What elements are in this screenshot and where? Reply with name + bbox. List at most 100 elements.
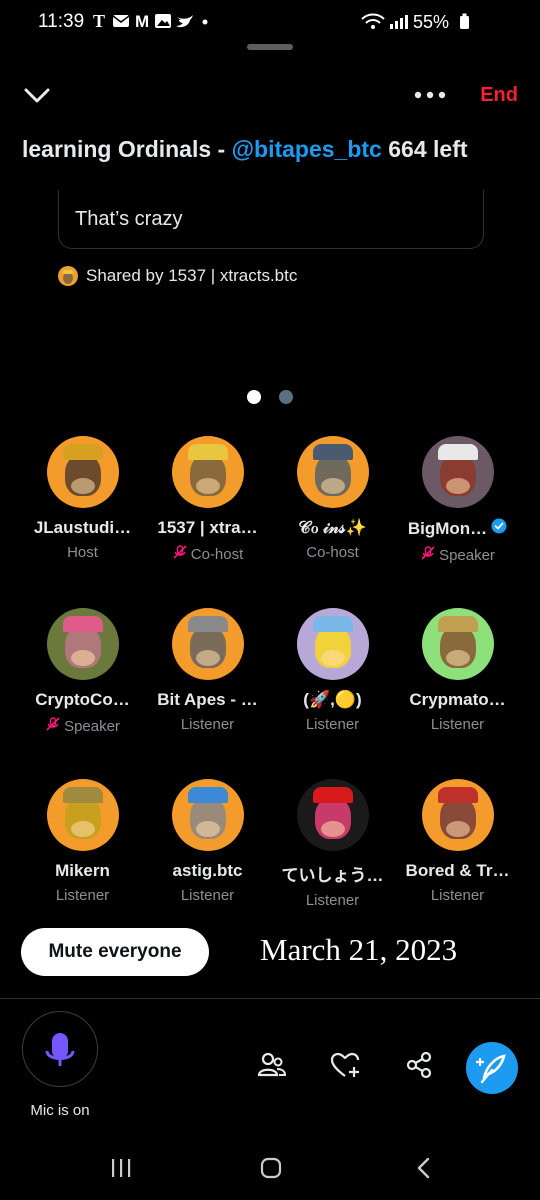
mic-muted-icon [420, 545, 436, 565]
participant-name: BigMon… [395, 518, 520, 539]
avatar [296, 779, 369, 851]
heart-plus-icon[interactable] [328, 1048, 362, 1082]
participant-name: CryptoCo… [20, 690, 145, 710]
participant-role-text: Host [67, 544, 98, 561]
participant-name: Crypmato… [395, 690, 520, 710]
participant-name-text: (🚀,🟡) [303, 690, 362, 709]
participant-role-text: Listener [305, 892, 360, 909]
title-suffix: 664 left [381, 136, 468, 162]
avatar [171, 608, 244, 680]
participant-name-text: ていしょう… [281, 866, 384, 885]
participant-role: Speaker [20, 716, 145, 736]
participant[interactable]: Bit Apes - … Listener [145, 608, 270, 733]
participant-role: Listener [395, 887, 520, 904]
participant-role-text: Listener [180, 887, 235, 904]
status-right-svg: 55% [361, 12, 469, 32]
participant-name-text: astig.btc [172, 861, 243, 880]
participant-role: Co-host [270, 544, 395, 561]
back-icon[interactable] [414, 1156, 434, 1180]
pinned-tweet-card[interactable]: That’s crazy [58, 190, 484, 249]
status-right: 55% [360, 11, 510, 36]
pager-dot-active[interactable] [247, 390, 261, 404]
avatar [46, 779, 119, 851]
participant-role-text: Co-host [306, 544, 359, 561]
participant-name-text: 1537 | xtra… [157, 518, 258, 537]
participant-name: (🚀,🟡) [270, 690, 395, 710]
mic-button[interactable] [22, 1011, 98, 1087]
participant[interactable]: JLaustudi… Host [20, 436, 145, 561]
participant[interactable]: (🚀,🟡) Listener [270, 608, 395, 733]
avatar [46, 436, 119, 508]
pager-dot[interactable] [279, 390, 293, 404]
participant-role-text: Speaker [439, 546, 495, 564]
participant-name-text: Mikern [55, 861, 110, 880]
participant[interactable]: 𝒞ℴ 𝒾𝓃𝓈✨ Co-host [270, 436, 395, 561]
shared-by-avatar [58, 266, 78, 286]
participant-role-text: Listener [430, 716, 485, 733]
participant-name-text: 𝒞ℴ 𝒾𝓃𝓈✨ [298, 518, 367, 537]
drag-handle[interactable] [247, 44, 293, 50]
mic-status-label: Mic is on [30, 1102, 90, 1119]
title-prefix: learning Ordinals - [22, 136, 232, 162]
divider [0, 998, 540, 999]
shared-by-row[interactable]: Shared by 1537 | xtracts.btc [58, 266, 297, 286]
battery-percent: 55% [413, 12, 449, 31]
participant-role: Listener [145, 716, 270, 733]
participant-name: 𝒞ℴ 𝒾𝓃𝓈✨ [270, 518, 395, 538]
shared-by-text: Shared by 1537 | xtracts.btc [86, 266, 298, 285]
title-handle-link[interactable]: @bitapes_btc [232, 136, 382, 162]
feather-compose-icon [476, 1054, 506, 1084]
participant[interactable]: Mikern Listener [20, 779, 145, 904]
participant-role-text: Listener [305, 716, 360, 733]
chevron-down-icon[interactable] [22, 82, 52, 108]
more-options-icon[interactable] [414, 90, 446, 100]
notification-icons-svg: T M [93, 11, 208, 31]
participant-name-text: Bit Apes - … [157, 690, 258, 709]
avatar [171, 436, 244, 508]
participant-role: Speaker [395, 545, 520, 565]
home-icon[interactable] [259, 1156, 283, 1180]
participant-role-text: Listener [180, 716, 235, 733]
participant[interactable]: 1537 | xtra… Co-host [145, 436, 270, 564]
avatar [421, 608, 494, 680]
recent-apps-icon[interactable] [110, 1156, 132, 1180]
verified-badge-icon [491, 518, 507, 539]
mic-muted-icon [45, 716, 61, 736]
participant[interactable]: astig.btc Listener [145, 779, 270, 904]
tweet-text: That’s crazy [75, 208, 183, 230]
people-icon[interactable] [255, 1048, 289, 1082]
signal-icon [390, 24, 393, 29]
space-title: learning Ordinals - @bitapes_btc 664 lef… [22, 136, 468, 163]
participant[interactable]: Bored & Tr… Listener [395, 779, 520, 904]
compose-tweet-button[interactable] [466, 1042, 518, 1094]
participant-role-text: Co-host [190, 545, 244, 563]
participant-name: 1537 | xtra… [145, 518, 270, 538]
avatar [421, 779, 494, 851]
wifi-icon [361, 13, 385, 20]
participant[interactable]: Crypmato… Listener [395, 608, 520, 733]
share-icon[interactable] [402, 1048, 436, 1082]
tmobile-icon: T [93, 11, 111, 31]
participant[interactable]: CryptoCo… Speaker [20, 608, 145, 736]
participant-name: JLaustudi… [20, 518, 145, 538]
participant[interactable]: ていしょう… Listener [270, 779, 395, 909]
date-overlay: March 21, 2023 [260, 932, 458, 967]
participant-role-text: Listener [55, 887, 110, 904]
participant-name: Bit Apes - … [145, 690, 270, 710]
participant-name-text: BigMon… [407, 518, 488, 538]
avatar [171, 779, 244, 851]
avatar [421, 436, 494, 508]
notification-icons: T M [93, 11, 213, 36]
participant-name: ていしょう… [270, 861, 395, 886]
battery-icon [460, 16, 469, 29]
end-space-button[interactable]: End [480, 84, 518, 107]
participant-name: astig.btc [145, 861, 270, 881]
participant-name-text: JLaustudi… [33, 518, 132, 537]
participant-role: Listener [145, 887, 270, 904]
participant-role: Host [20, 544, 145, 561]
participant-role-text: Speaker [64, 717, 120, 735]
participant-role: Listener [20, 887, 145, 904]
participant-role: Listener [270, 892, 395, 909]
participant[interactable]: BigMon… Speaker [395, 436, 520, 565]
mute-everyone-button[interactable]: Mute everyone [21, 928, 209, 976]
